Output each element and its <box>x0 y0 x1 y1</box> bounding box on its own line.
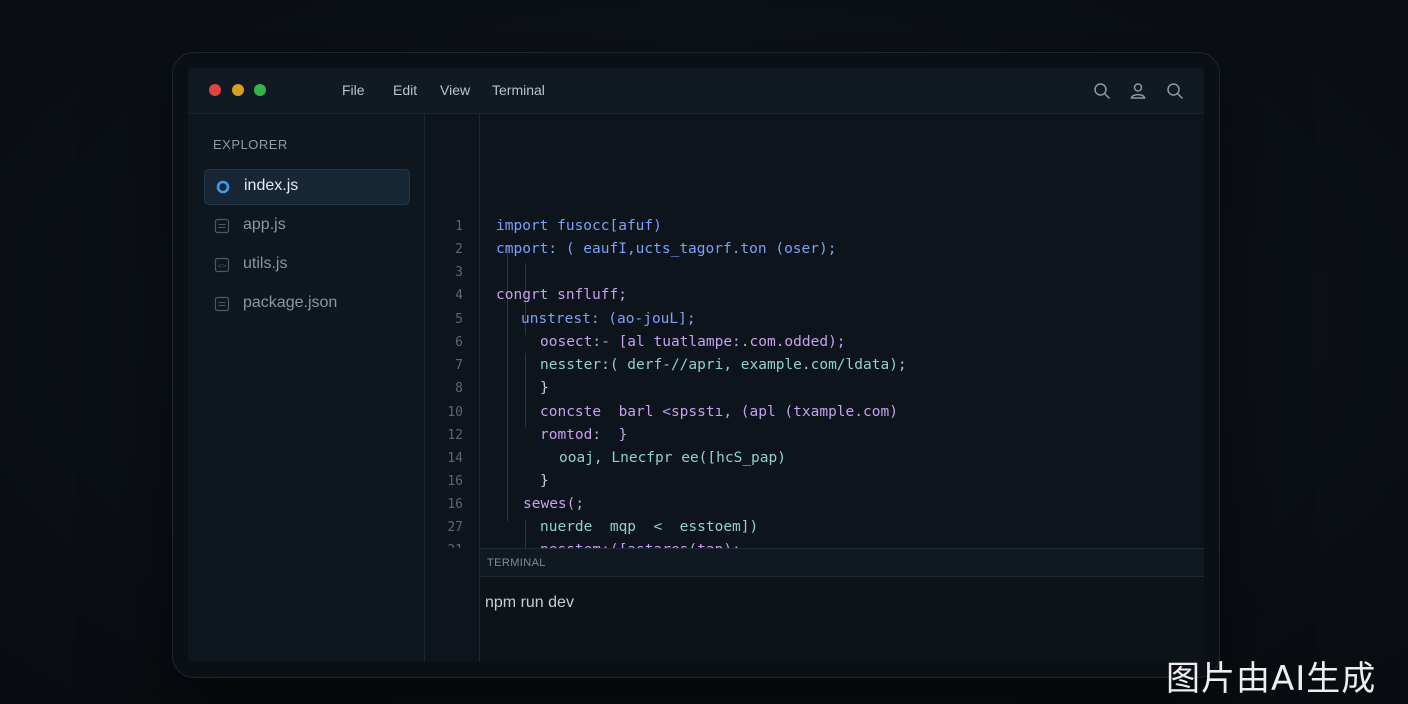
code-line: cmport: ( eaufI,ucts_tagorf.ton (oser); <box>496 241 837 257</box>
terminal-title: TERMINAL <box>487 557 546 569</box>
terminal-command: npm run dev <box>485 594 574 611</box>
circle-icon <box>216 180 230 194</box>
user-icon[interactable] <box>1128 81 1148 101</box>
line-number: 14 <box>447 451 463 466</box>
gutter-divider <box>479 548 480 662</box>
code-line: concste barl <spsstı, (apl (txample.com) <box>540 404 898 420</box>
code-line: } <box>540 380 549 396</box>
code-file-icon: <> <box>214 257 230 273</box>
code-line: congrt snfluff; <box>496 287 627 303</box>
editor-window: File Edit View Terminal EXPLORER index.j… <box>188 68 1204 662</box>
maximize-window-button[interactable] <box>254 84 266 96</box>
code-line: sewes(; <box>523 496 585 512</box>
file-item-index-js[interactable]: index.js <box>204 169 410 205</box>
indent-guide <box>525 353 526 427</box>
search-icon[interactable] <box>1165 81 1185 101</box>
file-label: package.json <box>243 294 338 311</box>
code-line: ooaj, Lnecfpr ee([hcS_pap) <box>559 450 786 466</box>
file-icon <box>214 296 230 312</box>
code-line: nesster:( derf-//apri, example.com/ldata… <box>540 357 907 373</box>
line-number: 10 <box>447 405 463 420</box>
title-bar: File Edit View Terminal <box>188 68 1204 114</box>
file-label: app.js <box>243 216 286 233</box>
file-label: utils.js <box>243 255 288 272</box>
line-number: 27 <box>447 520 463 535</box>
explorer-title: EXPLORER <box>213 137 288 152</box>
line-number: 12 <box>447 428 463 443</box>
close-window-button[interactable] <box>209 84 221 96</box>
line-number: 16 <box>447 497 463 512</box>
editor-gutter-extension <box>425 548 480 662</box>
file-item-utils-js[interactable]: <> utils.js <box>204 248 408 282</box>
search-icon[interactable] <box>1092 81 1112 101</box>
terminal-panel[interactable]: TERMINAL npm run dev <box>480 548 1204 662</box>
file-label: index.js <box>244 177 299 194</box>
code-line: romtod: } <box>540 427 628 443</box>
explorer-sidebar: EXPLORER index.js app.js <> utils.js pac… <box>188 114 425 662</box>
file-icon <box>214 218 230 234</box>
code-line: unstrest: (ao-jouL]; <box>521 311 696 327</box>
code-line: import fusocc[afuf) <box>496 218 662 234</box>
menu-terminal[interactable]: Terminal <box>492 82 545 98</box>
minimize-window-button[interactable] <box>232 84 244 96</box>
code-editor[interactable]: 1 2 3 4 5 6 7 8 10 12 14 16 16 27 21 28 … <box>425 114 1204 662</box>
line-number: 5 <box>455 312 463 327</box>
line-number: 6 <box>455 335 463 350</box>
line-number: 16 <box>447 474 463 489</box>
menu-view[interactable]: View <box>440 82 470 98</box>
svg-text:<>: <> <box>218 262 226 270</box>
line-number: 7 <box>455 358 463 373</box>
line-number: 1 <box>455 219 463 234</box>
file-item-package-json[interactable]: package.json <box>204 287 408 321</box>
file-item-app-js[interactable]: app.js <box>204 209 408 243</box>
menu-file[interactable]: File <box>342 82 365 98</box>
ai-generated-watermark: 图片由AI生成 <box>1166 659 1377 699</box>
line-number: 2 <box>455 242 463 257</box>
code-line: nuerde mqp < esstoem]) <box>540 519 759 535</box>
line-number: 3 <box>455 265 463 280</box>
terminal-header: TERMINAL <box>480 549 1204 577</box>
menu-edit[interactable]: Edit <box>393 82 417 98</box>
code-line: oosect:- [al tuatlampe:.com.odded); <box>540 334 846 350</box>
line-number: 8 <box>455 381 463 396</box>
code-line: } <box>540 473 549 489</box>
line-number: 4 <box>455 288 463 303</box>
